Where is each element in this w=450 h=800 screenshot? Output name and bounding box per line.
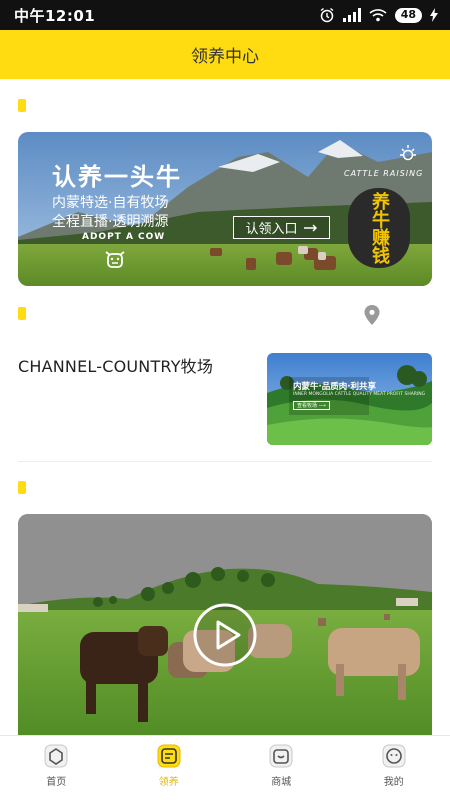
status-bar: 中午12:01 48 bbox=[0, 0, 450, 30]
shop-icon bbox=[269, 744, 293, 768]
ranch-thumbnail[interactable]: 内蒙牛·品质肉·利共享 INNER MONGOLIA CATTLE QUALIT… bbox=[267, 353, 432, 445]
wifi-icon bbox=[369, 8, 387, 22]
alarm-icon bbox=[319, 7, 335, 23]
banner-subtitle-line2: 全程直播·透明溯源 bbox=[52, 214, 169, 230]
tab-home-label: 首页 bbox=[46, 777, 67, 788]
app-header: 领养中心 bbox=[0, 30, 450, 79]
banner-subtitle-line1: 内蒙特选·自有牧场 bbox=[52, 195, 169, 211]
profile-icon bbox=[382, 744, 406, 768]
main-content[interactable]: 认养一头牛 内蒙特选·自有牧场 全程直播·透明溯源 ADOPT A COW 认领… bbox=[0, 79, 450, 735]
page-title: 领养中心 bbox=[191, 47, 259, 67]
view-ranch-button[interactable]: 查看牧场 ⟶ bbox=[293, 401, 330, 410]
play-button[interactable] bbox=[192, 602, 258, 668]
live-video-card[interactable] bbox=[18, 514, 432, 735]
banner-title: 认养一头牛 bbox=[52, 162, 182, 191]
ranch-thumb-subtitle: INNER MONGOLIA CATTLE QUALITY MEAT PROFI… bbox=[293, 392, 426, 397]
tab-adopt-label: 领养 bbox=[158, 777, 179, 788]
adopt-entry-button[interactable]: 认领入口 bbox=[233, 216, 330, 239]
earn-badge-text: 养牛赚钱 bbox=[369, 192, 390, 264]
divider bbox=[18, 461, 432, 462]
ranch-landscape bbox=[267, 353, 432, 445]
cow-icon bbox=[104, 249, 126, 269]
play-icon bbox=[193, 603, 257, 667]
charging-icon bbox=[430, 8, 438, 22]
earn-badge: 养牛赚钱 bbox=[348, 188, 410, 268]
section-marker bbox=[18, 307, 26, 320]
ranch-item[interactable]: CHANNEL-COUNTRY牧场 内蒙牛·品质肉·利共享 INNER MONG… bbox=[18, 351, 432, 447]
arrow-right-icon bbox=[303, 224, 318, 232]
home-icon bbox=[44, 744, 68, 768]
tab-shop-label: 商城 bbox=[271, 777, 292, 788]
bottom-tab-bar: 首页 领养 商城 我的 bbox=[0, 735, 450, 800]
banner-subtitle: 内蒙特选·自有牧场 全程直播·透明溯源 bbox=[52, 194, 168, 232]
tab-adopt[interactable]: 领养 bbox=[113, 736, 226, 800]
tab-home[interactable]: 首页 bbox=[0, 736, 113, 800]
adopt-banner[interactable]: 认养一头牛 内蒙特选·自有牧场 全程直播·透明溯源 ADOPT A COW 认领… bbox=[18, 132, 432, 286]
ranch-name: CHANNEL-COUNTRY牧场 bbox=[18, 357, 214, 376]
section-marker bbox=[18, 99, 26, 112]
tab-profile-label: 我的 bbox=[383, 777, 404, 788]
sun-icon bbox=[398, 144, 418, 164]
battery-indicator: 48 bbox=[394, 7, 422, 23]
tab-profile[interactable]: 我的 bbox=[338, 736, 450, 800]
cattle-raising-text: CATTLE RAISING bbox=[344, 169, 424, 178]
tab-shop[interactable]: 商城 bbox=[225, 736, 338, 800]
section-marker bbox=[18, 481, 26, 494]
status-icons: 48 bbox=[319, 7, 438, 23]
location-pin-icon[interactable] bbox=[364, 305, 380, 329]
status-time: 中午12:01 bbox=[14, 6, 96, 25]
signal-icon bbox=[342, 8, 361, 22]
adopt-icon bbox=[157, 744, 181, 768]
ranch-thumb-title: 内蒙牛·品质肉·利共享 bbox=[293, 382, 376, 392]
adopt-entry-label: 认领入口 bbox=[245, 222, 298, 237]
banner-english-label: ADOPT A COW bbox=[82, 232, 166, 242]
